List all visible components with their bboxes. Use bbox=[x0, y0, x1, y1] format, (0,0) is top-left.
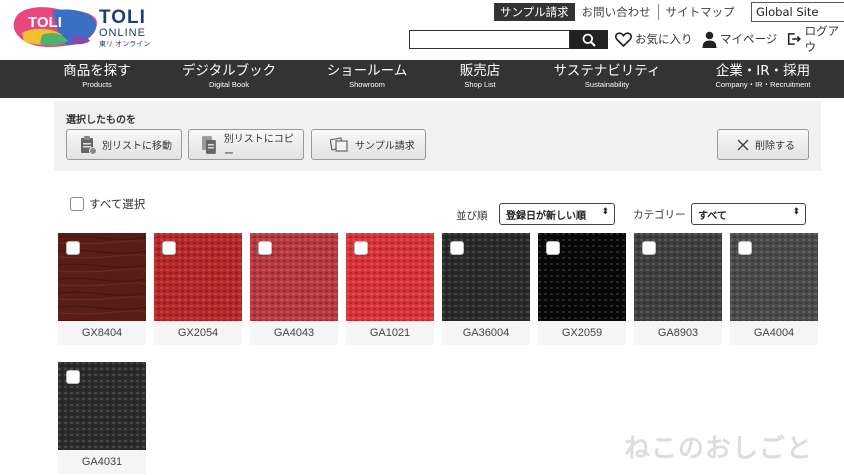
product-card[interactable]: GA1021 bbox=[346, 233, 434, 347]
product-card[interactable]: GX2059 bbox=[538, 233, 626, 347]
mypage-label: マイページ bbox=[720, 32, 778, 46]
nav-showroom-sublabel: Showroom bbox=[349, 80, 385, 89]
sort-select[interactable]: 登録日が新しい順 ⬍ bbox=[499, 203, 615, 225]
nav-products-label: 商品を探す bbox=[63, 63, 131, 79]
nav-company-sublabel: Company・IR・Recruitment bbox=[715, 80, 811, 89]
chevron-updown-icon: ⬍ bbox=[601, 207, 609, 217]
product-card[interactable]: GA4004 bbox=[730, 233, 818, 347]
sample-request-label: サンプル請求 bbox=[355, 141, 415, 152]
product-card[interactable]: GA36004 bbox=[442, 233, 530, 347]
product-code[interactable]: GX2054 bbox=[154, 321, 242, 345]
nav-company[interactable]: 企業・IR・採用 Company・IR・Recruitment bbox=[708, 63, 818, 90]
logo-title: TOLI bbox=[99, 7, 146, 28]
logout-icon bbox=[787, 33, 801, 45]
nav-shop-list[interactable]: 販売店 Shop List bbox=[456, 63, 504, 90]
selection-actions-panel: 選択したものを 別リストに移動 別リストにコピー サンプル請求 削除する bbox=[54, 101, 821, 171]
logout-link[interactable]: ログアウ bbox=[787, 24, 844, 54]
delete-button[interactable]: 削除する bbox=[717, 129, 809, 160]
logo-subtitle: ONLINE bbox=[99, 27, 146, 39]
product-checkbox[interactable] bbox=[258, 241, 272, 255]
logo-badge-text: TOLI bbox=[28, 14, 62, 31]
select-all-checkbox[interactable] bbox=[70, 197, 84, 211]
copy-to-list-button[interactable]: 別リストにコピー bbox=[188, 129, 304, 160]
product-checkbox[interactable] bbox=[450, 241, 464, 255]
product-checkbox[interactable] bbox=[162, 241, 176, 255]
product-checkbox[interactable] bbox=[738, 241, 752, 255]
nav-shop-list-sublabel: Shop List bbox=[464, 80, 496, 89]
product-code[interactable]: GA4043 bbox=[250, 321, 338, 345]
sort-select-value: 登録日が新しい順 bbox=[506, 211, 586, 222]
samples-icon bbox=[330, 136, 348, 152]
nav-sustainability[interactable]: サステナビリティ Sustainability bbox=[553, 63, 661, 90]
nav-products[interactable]: 商品を探す Products bbox=[62, 63, 132, 90]
delete-label: 削除する bbox=[755, 141, 795, 152]
nav-sustainability-label: サステナビリティ bbox=[553, 63, 661, 79]
category-select[interactable]: すべて ⬍ bbox=[691, 203, 806, 225]
watermark-text: ねこのおしごと bbox=[624, 434, 814, 464]
product-checkbox[interactable] bbox=[66, 241, 80, 255]
product-card[interactable]: GX2054 bbox=[154, 233, 242, 347]
product-checkbox[interactable] bbox=[642, 241, 656, 255]
sample-request-link[interactable]: サンプル請求 bbox=[494, 3, 575, 21]
toli-logo[interactable]: TOLI TOLI ONLINE 東リ オンライン bbox=[12, 5, 152, 49]
copy-to-list-label: 別リストにコピー bbox=[223, 133, 294, 160]
category-label: カテゴリー bbox=[633, 209, 686, 221]
sort-label: 並び順 bbox=[456, 210, 488, 222]
product-code[interactable]: GA4031 bbox=[58, 450, 146, 474]
category-select-value: すべて bbox=[698, 211, 727, 222]
search-icon bbox=[582, 33, 596, 47]
search-input[interactable] bbox=[409, 30, 570, 49]
nav-products-sublabel: Products bbox=[82, 80, 112, 89]
top-links: サンプル請求 お問い合わせ サイトマップ bbox=[494, 3, 742, 21]
product-card[interactable]: GA4043 bbox=[250, 233, 338, 347]
nav-showroom-label: ショールーム bbox=[326, 63, 408, 79]
select-all-label: すべて選択 bbox=[89, 197, 146, 211]
user-icon bbox=[702, 31, 717, 48]
nav-sustainability-sublabel: Sustainability bbox=[584, 80, 630, 89]
favorites-link[interactable]: お気に入り bbox=[615, 29, 693, 49]
select-all-toggle[interactable]: すべて選択 bbox=[70, 196, 145, 212]
product-card[interactable]: GA4031 bbox=[58, 362, 146, 475]
contact-link[interactable]: お問い合わせ bbox=[575, 4, 659, 20]
sample-request-button[interactable]: サンプル請求 bbox=[311, 129, 426, 160]
logout-label: ログアウ bbox=[804, 24, 840, 54]
selection-title: 選択したものを bbox=[66, 115, 136, 126]
sitemap-link[interactable]: サイトマップ bbox=[659, 4, 742, 20]
search-button[interactable] bbox=[570, 30, 608, 49]
product-code[interactable]: GA36004 bbox=[442, 321, 530, 345]
nav-shop-list-label: 販売店 bbox=[459, 63, 501, 79]
product-checkbox[interactable] bbox=[354, 241, 368, 255]
mypage-link[interactable]: マイページ bbox=[702, 29, 777, 49]
nav-digital-book-sublabel: Digital Book bbox=[208, 80, 250, 89]
product-checkbox[interactable] bbox=[66, 370, 80, 384]
clipboard-move-icon bbox=[81, 135, 97, 155]
product-code[interactable]: GA1021 bbox=[346, 321, 434, 345]
product-code[interactable]: GA8903 bbox=[634, 321, 722, 345]
product-checkbox[interactable] bbox=[546, 241, 560, 255]
product-code[interactable]: GX8404 bbox=[58, 321, 146, 345]
product-card[interactable]: GX8404 bbox=[58, 233, 146, 347]
product-code[interactable]: GA4004 bbox=[730, 321, 818, 345]
nav-showroom[interactable]: ショールーム Showroom bbox=[325, 63, 409, 90]
move-to-list-button[interactable]: 別リストに移動 bbox=[66, 129, 182, 160]
nav-company-label: 企業・IR・採用 bbox=[715, 63, 811, 79]
product-card[interactable]: GA8903 bbox=[634, 233, 722, 347]
close-icon bbox=[737, 139, 749, 150]
copy-icon bbox=[201, 135, 216, 154]
chevron-updown-icon: ⬍ bbox=[792, 207, 800, 217]
logo-subtitle-jp: 東リ オンライン bbox=[99, 40, 151, 48]
main-nav: 商品を探す Products デジタルブック Digital Book ショール… bbox=[0, 60, 844, 98]
product-code[interactable]: GX2059 bbox=[538, 321, 626, 345]
nav-digital-book-label: デジタルブック bbox=[181, 63, 277, 79]
move-to-list-label: 別リストに移動 bbox=[102, 141, 172, 152]
favorites-label: お気に入り bbox=[635, 32, 693, 46]
nav-digital-book[interactable]: デジタルブック Digital Book bbox=[181, 63, 277, 90]
global-site-select[interactable]: Global Site bbox=[751, 2, 844, 22]
heart-icon bbox=[615, 31, 632, 47]
